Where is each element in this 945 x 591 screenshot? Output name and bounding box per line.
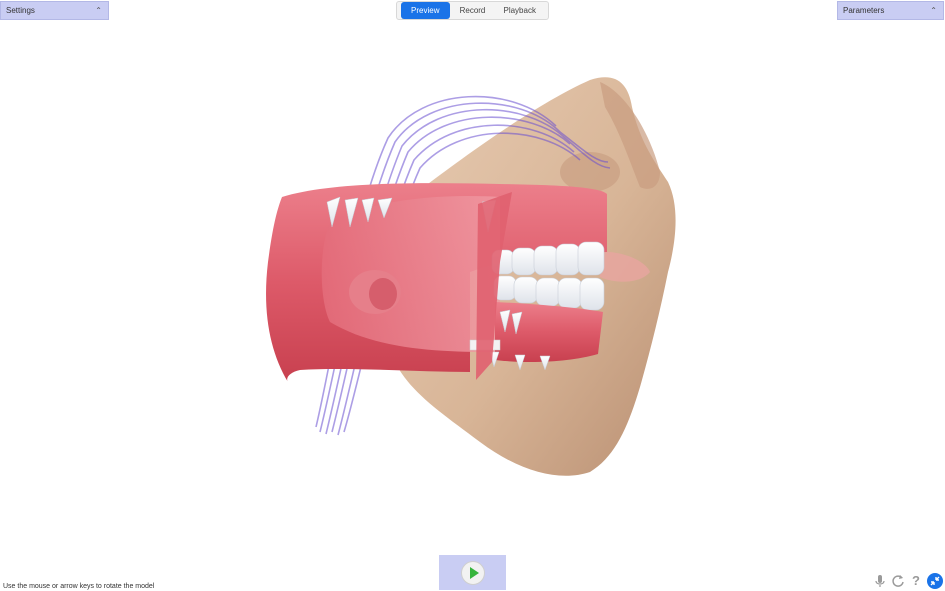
play-button[interactable] — [460, 560, 485, 585]
settings-title: Settings — [6, 6, 35, 15]
play-area — [439, 555, 506, 590]
chevron-up-icon[interactable]: ⌃ — [930, 6, 937, 15]
model-viewport[interactable] — [0, 22, 945, 552]
bottom-toolbar: ? — [873, 572, 943, 589]
chevron-up-icon[interactable]: ⌃ — [95, 6, 102, 15]
settings-panel-header[interactable]: Settings ⌃ — [0, 1, 109, 20]
collapse-icon[interactable] — [927, 572, 943, 589]
play-icon — [469, 566, 479, 579]
tab-record[interactable]: Record — [452, 3, 494, 18]
mode-tabs: Preview Record Playback — [396, 1, 549, 20]
rotate-hint: Use the mouse or arrow keys to rotate th… — [3, 583, 155, 590]
tab-preview[interactable]: Preview — [401, 2, 450, 19]
reset-icon[interactable] — [891, 574, 905, 588]
parameters-title: Parameters — [843, 6, 885, 15]
microphone-icon[interactable] — [873, 574, 887, 588]
help-icon[interactable]: ? — [909, 573, 923, 588]
tab-playback[interactable]: Playback — [495, 3, 543, 18]
parameters-panel-header[interactable]: Parameters ⌃ — [837, 1, 944, 20]
